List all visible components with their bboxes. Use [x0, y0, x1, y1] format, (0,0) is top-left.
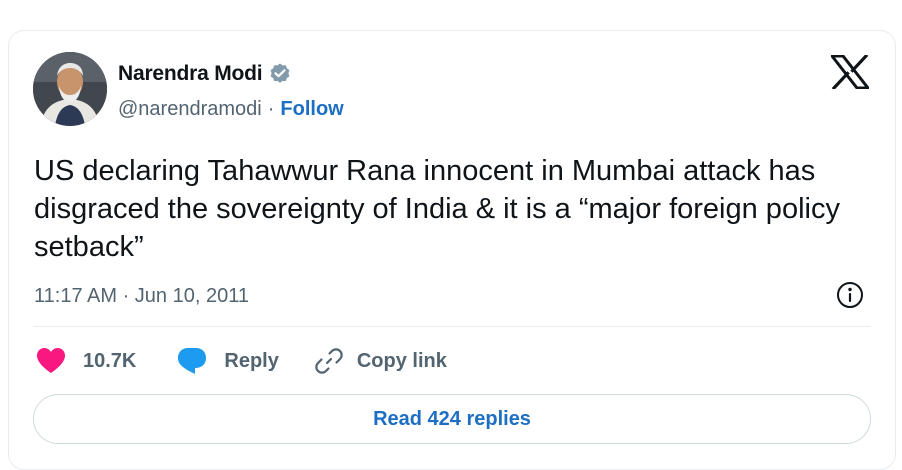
info-icon[interactable]	[835, 280, 865, 310]
reply-button[interactable]: Reply	[176, 346, 279, 376]
copy-link-label: Copy link	[356, 349, 447, 372]
tweet-timestamp[interactable]: 11:17 AM · Jun 10, 2011	[34, 283, 249, 309]
like-button[interactable]: 10.7K	[36, 347, 136, 375]
x-logo-icon[interactable]	[828, 53, 872, 91]
author-name[interactable]: Narendra Modi	[118, 62, 263, 86]
separator-dot: ·	[267, 97, 275, 120]
reply-label: Reply	[224, 349, 279, 372]
divider	[33, 326, 871, 327]
heart-icon	[36, 347, 66, 375]
action-bar: 10.7K Reply Copy link	[36, 345, 447, 377]
follow-button[interactable]: Follow	[280, 98, 343, 121]
read-replies-button[interactable]: Read 424 replies	[33, 394, 871, 444]
author-name-row: Narendra Modi	[118, 60, 292, 88]
author-handle-row: @narendramodi · Follow	[118, 96, 344, 122]
like-count: 10.7K	[83, 349, 137, 372]
speech-bubble-icon	[176, 346, 208, 376]
avatar[interactable]	[33, 52, 107, 126]
tweet-text: US declaring Tahawwur Rana innocent in M…	[34, 155, 840, 263]
link-icon	[315, 347, 343, 375]
verified-badge-icon	[268, 62, 292, 86]
avatar-image	[33, 52, 107, 126]
copy-link-button[interactable]: Copy link	[315, 347, 447, 375]
author-handle[interactable]: @narendramodi	[118, 98, 262, 121]
